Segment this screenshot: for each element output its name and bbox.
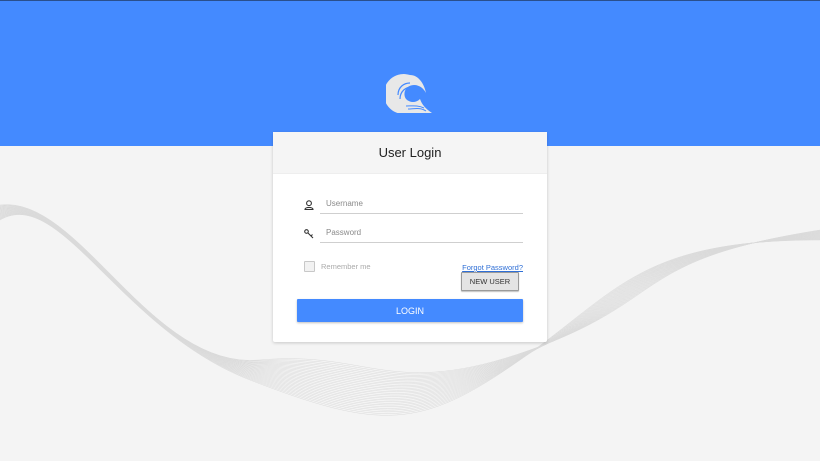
remember-me-label: Remember me xyxy=(321,262,371,271)
wave-logo-icon xyxy=(383,73,434,114)
username-input[interactable] xyxy=(320,194,523,214)
remember-me-checkbox[interactable] xyxy=(304,261,315,272)
username-field xyxy=(303,194,523,216)
remember-me: Remember me xyxy=(304,261,371,272)
login-button[interactable]: LOGIN xyxy=(297,299,523,322)
user-icon xyxy=(303,198,315,211)
password-field xyxy=(303,223,523,245)
login-card-header: User Login xyxy=(273,132,547,174)
key-icon xyxy=(303,227,315,239)
login-title: User Login xyxy=(378,145,442,160)
login-card: User Login Remember me Forgot Password? … xyxy=(273,132,547,342)
new-user-button[interactable]: NEW USER xyxy=(461,272,519,291)
forgot-password-link[interactable]: Forgot Password? xyxy=(462,263,523,272)
password-input[interactable] xyxy=(320,223,523,243)
